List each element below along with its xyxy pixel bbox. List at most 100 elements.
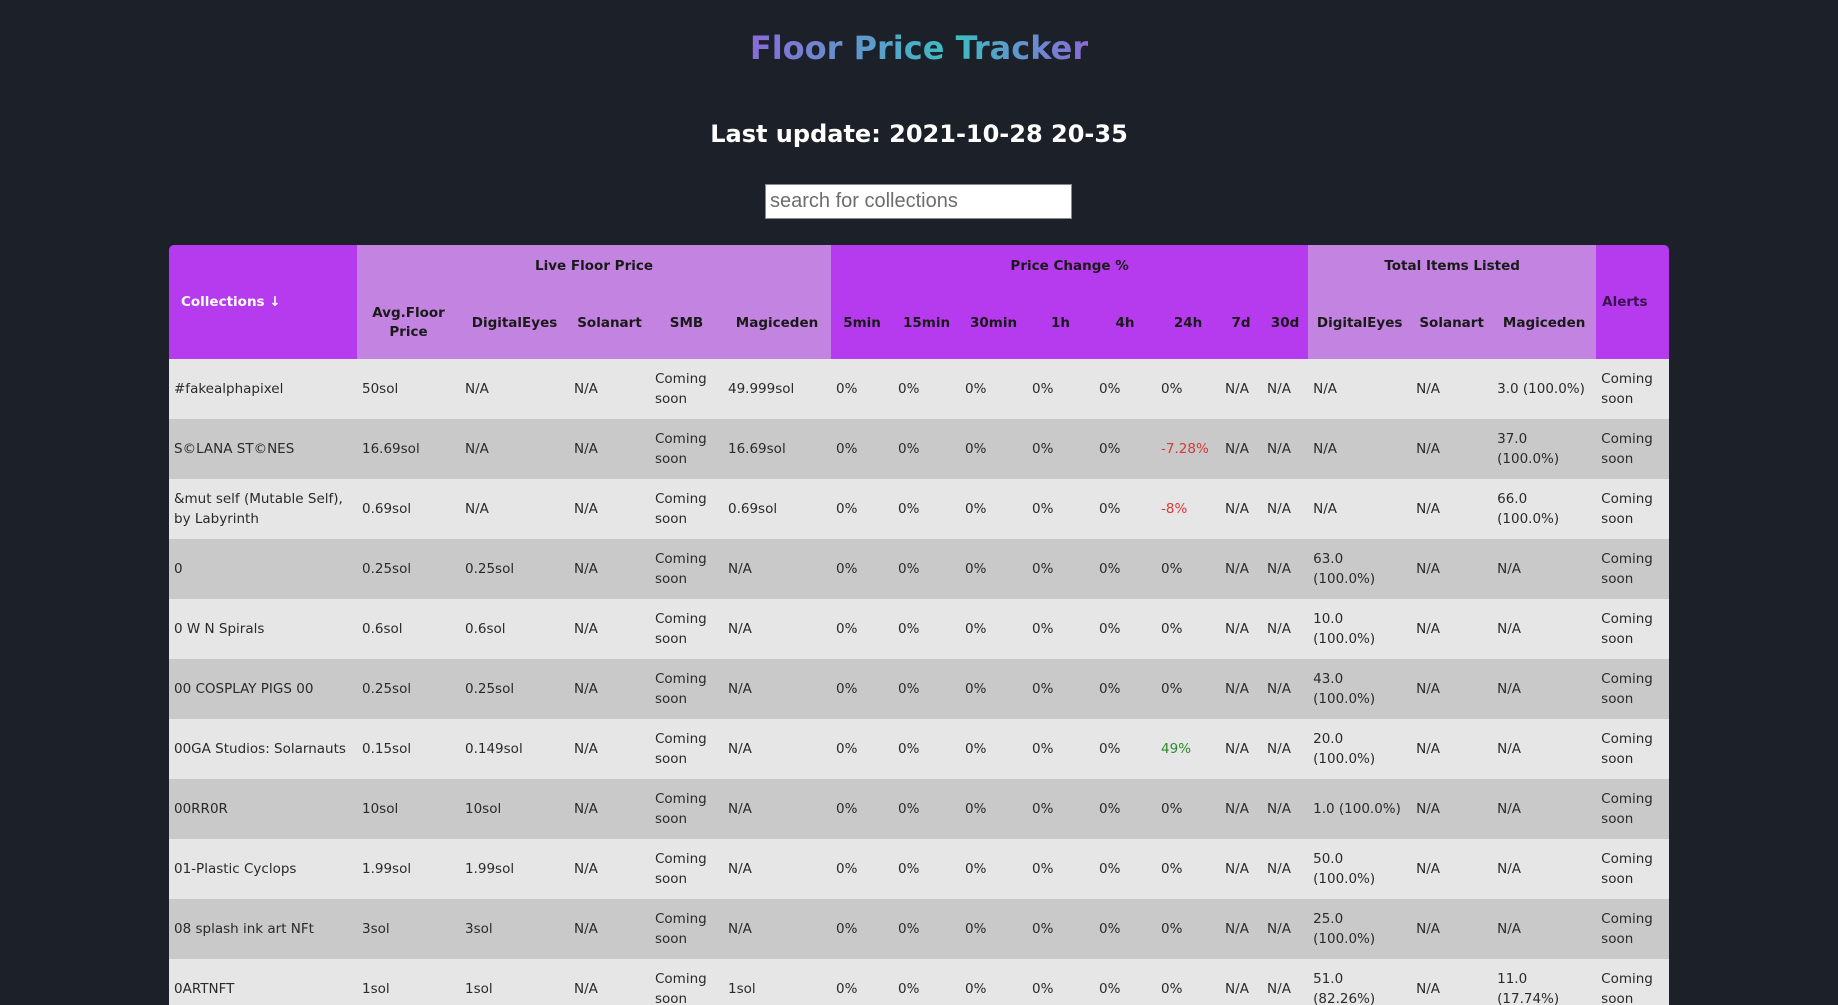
table-row[interactable]: 0ARTNFT 1sol 1sol N/A Coming soon 1sol 0% 0% 0% 0… [169,959,1669,1005]
table-cell: 0% [831,539,894,599]
table-cell: N/A [1220,479,1263,539]
table-cell: N/A [1262,719,1309,779]
table-cell: 0.6sol [357,599,460,659]
table-cell: 0% [1027,839,1095,899]
table-cell: N/A [1262,479,1309,539]
change-header-24h[interactable]: 24h [1156,287,1221,359]
change-header-30min[interactable]: 30min [960,287,1028,359]
table-cell: N/A [1308,479,1412,539]
change-header-30d[interactable]: 30d [1262,287,1309,359]
table-cell: N/A [1492,539,1597,599]
table-row[interactable]: 0 W N Spirals 0.6sol 0.6sol N/A Coming soon N… [169,599,1669,659]
table-cell: 0% [1094,479,1157,539]
table-cell: Coming soon [650,539,723,599]
table-cell: 0% [1094,959,1157,1005]
table-cell: 66.0 (100.0%) [1492,479,1597,539]
table-cell: N/A [1220,899,1263,959]
collection-name-cell: 00RR0R [169,779,357,839]
table-cell: Coming soon [650,839,723,899]
table-cell: 0% [893,959,961,1005]
live-header-magiceden[interactable]: Magiceden [723,287,832,359]
table-cell: 0% [831,659,894,719]
live-header-digitaleyes[interactable]: DigitalEyes [460,287,569,359]
items-header-magiceden[interactable]: Magiceden [1492,287,1597,359]
change-header-4h[interactable]: 4h [1094,287,1157,359]
table-row[interactable]: 00GA Studios: Solarnauts 0.15sol 0.149sol N… [169,719,1669,779]
table-cell: 49% [1156,719,1221,779]
collections-table: Collections ↓ Live Floor Price Price Cha… [169,245,1669,1005]
table-row[interactable]: 08 splash ink art NFt 3sol 3sol N/A Coming s… [169,899,1669,959]
table-cell: N/A [1411,899,1493,959]
table-cell: Coming soon [650,719,723,779]
live-header-smb[interactable]: SMB [650,287,723,359]
items-header-digitaleyes[interactable]: DigitalEyes [1308,287,1412,359]
table-row[interactable]: #fakealphapixel 50sol N/A N/A Coming soon 49.… [169,359,1669,419]
table-cell: 0% [893,719,961,779]
live-header-avg-floor-price[interactable]: Avg.Floor Price [357,287,460,359]
table-cell: N/A [1220,779,1263,839]
table-cell: N/A [569,539,650,599]
table-cell: 0% [960,479,1028,539]
table-cell: N/A [569,359,650,419]
table-cell: 0% [1094,839,1157,899]
collection-name-cell: 0 [169,539,357,599]
table-row[interactable]: 01-Plastic Cyclops 1.99sol 1.99sol N/A Comin… [169,839,1669,899]
table-row[interactable]: &mut self (Mutable Self), by Labyrinth 0.… [169,479,1669,539]
page-title: Floor Price Tracker [749,29,1089,67]
table-cell: N/A [1262,839,1309,899]
table-cell: Coming soon [1596,419,1669,479]
change-header-7d[interactable]: 7d [1220,287,1263,359]
table-cell: 0.25sol [460,659,569,719]
table-cell: -8% [1156,479,1221,539]
table-row[interactable]: S©LANA ST©NES 16.69sol N/A N/A Coming soon 16… [169,419,1669,479]
search-input[interactable] [765,184,1072,219]
table-row[interactable]: 00RR0R 10sol 10sol N/A Coming soon N/A 0% 0% 0% 0… [169,779,1669,839]
table-cell: 0% [1094,359,1157,419]
table-cell: N/A [1220,659,1263,719]
table-cell: 0% [893,659,961,719]
table-cell: Coming soon [1596,659,1669,719]
table-cell: N/A [1411,539,1493,599]
table-cell: 0% [893,539,961,599]
collections-table-container: Collections ↓ Live Floor Price Price Cha… [169,245,1669,1005]
table-cell: 16.69sol [723,419,832,479]
change-header-1h[interactable]: 1h [1027,287,1095,359]
table-cell: 0.69sol [723,479,832,539]
collections-sort-header[interactable]: Collections ↓ [169,245,357,359]
table-cell: N/A [1262,659,1309,719]
table-cell: Coming soon [650,899,723,959]
table-cell: N/A [1411,419,1493,479]
table-cell: Coming soon [650,599,723,659]
table-cell: 0% [831,599,894,659]
table-row[interactable]: 0 0.25sol 0.25sol N/A Coming soon N/A 0% 0% 0% 0%… [169,539,1669,599]
live-header-solanart[interactable]: Solanart [569,287,650,359]
table-cell: 0% [960,359,1028,419]
table-cell: N/A [1492,839,1597,899]
table-cell: N/A [1492,899,1597,959]
table-cell: 0.149sol [460,719,569,779]
table-cell: 0% [960,539,1028,599]
table-cell: Coming soon [650,659,723,719]
change-header-5min[interactable]: 5min [831,287,894,359]
table-cell: 0% [1027,599,1095,659]
collection-name-cell: 00GA Studios: Solarnauts [169,719,357,779]
table-cell: N/A [1492,719,1597,779]
table-cell: 0% [1094,779,1157,839]
table-cell: N/A [1411,779,1493,839]
collection-name-cell: 0 W N Spirals [169,599,357,659]
table-row[interactable]: 00 COSPLAY PIGS 00 0.25sol 0.25sol N/A Comin… [169,659,1669,719]
table-cell: N/A [1220,359,1263,419]
table-cell: N/A [1262,539,1309,599]
table-cell: N/A [1262,959,1309,1005]
table-cell: 0% [1094,719,1157,779]
table-cell: 1sol [723,959,832,1005]
table-cell: N/A [460,479,569,539]
table-cell: N/A [569,419,650,479]
table-cell: Coming soon [650,779,723,839]
table-cell: 0% [1027,419,1095,479]
items-header-solanart[interactable]: Solanart [1411,287,1493,359]
table-cell: 0% [1094,419,1157,479]
table-cell: N/A [1220,599,1263,659]
change-header-15min[interactable]: 15min [893,287,961,359]
table-cell: 0% [1156,959,1221,1005]
